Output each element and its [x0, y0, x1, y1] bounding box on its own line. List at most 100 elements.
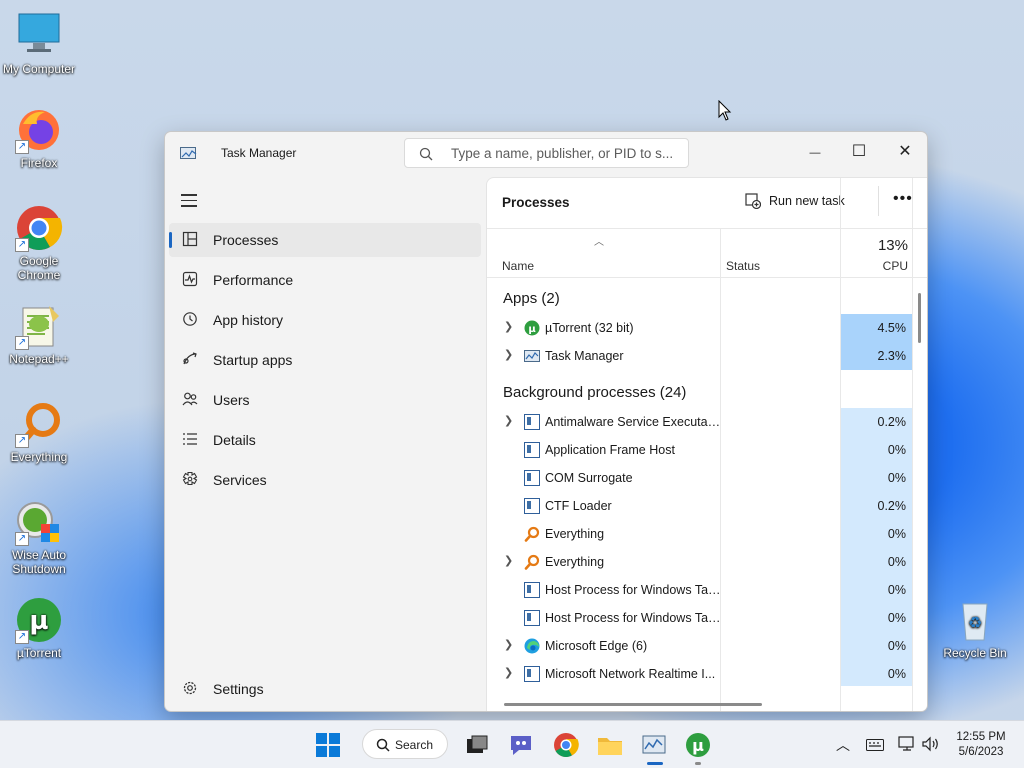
maximize-button[interactable]: ☐ [836, 138, 882, 166]
firefox-icon: ↗ [15, 106, 63, 154]
file-explorer-icon[interactable] [596, 731, 624, 759]
utorrent-icon: µ ↗ [15, 596, 63, 644]
cpu-value: 2.3% [841, 342, 912, 370]
processes-icon [181, 231, 199, 249]
chevron-right-icon[interactable]: ❯ [504, 638, 513, 651]
monitor-icon [15, 12, 63, 60]
chevron-right-icon[interactable]: ❯ [504, 554, 513, 567]
desktop-icon-notepadpp[interactable]: ↗ Notepad++ [0, 302, 78, 366]
window-title: Task Manager [221, 146, 297, 160]
chevron-right-icon[interactable]: ❯ [504, 666, 513, 679]
startup-apps-icon [181, 351, 199, 369]
desktop-icon-everything[interactable]: ↗ Everything [0, 400, 78, 464]
sidebar-item-settings[interactable]: Settings [169, 672, 481, 706]
desktop-icon-label: Firefox [20, 156, 58, 170]
sidebar-item-services[interactable]: Services [169, 463, 481, 497]
users-icon [181, 391, 199, 409]
cpu-value: 4.5% [841, 314, 912, 342]
hamburger-menu-icon[interactable] [181, 194, 197, 211]
clock-date: 5/6/2023 [958, 746, 1004, 758]
process-name: Antimalware Service Executable [545, 415, 721, 429]
table-row[interactable]: Everything 0% [487, 520, 917, 548]
wise-auto-shutdown-icon: ↗ [15, 498, 63, 546]
window-icon [524, 414, 540, 430]
cpu-total-percent: 13% [877, 237, 908, 254]
table-row[interactable]: ❯ Microsoft Network Realtime I... 0% [487, 660, 917, 688]
chevron-right-icon[interactable]: ❯ [504, 414, 513, 427]
sidebar-item-startup-apps[interactable]: Startup apps [169, 343, 481, 377]
windows-start-icon[interactable] [314, 731, 342, 759]
sidebar-item-performance[interactable]: Performance [169, 263, 481, 297]
column-header-status[interactable]: Status [726, 259, 760, 273]
task-view-icon[interactable] [463, 731, 491, 759]
column-header-name[interactable]: Name [502, 259, 534, 273]
close-button[interactable]: ✕ [882, 138, 927, 166]
mouse-cursor-icon [718, 100, 732, 121]
chevron-right-icon[interactable]: ❯ [504, 320, 513, 333]
desktop-icon-firefox[interactable]: ↗ Firefox [0, 106, 78, 170]
desktop-icon-utorrent[interactable]: µ ↗ µTorrent [0, 596, 78, 660]
minimize-button[interactable]: — [792, 138, 838, 166]
cpu-value: 0% [841, 576, 912, 604]
desktop-icon-label: Everything [10, 450, 68, 464]
teams-chat-icon[interactable] [507, 731, 535, 759]
column-header-cpu[interactable]: CPU [842, 259, 908, 273]
search-icon [376, 738, 390, 752]
table-row[interactable]: ❯ Antimalware Service Executable 0.2% [487, 408, 917, 436]
desktop-icon-my-computer[interactable]: My Computer [0, 12, 78, 76]
vertical-scrollbar[interactable] [918, 293, 921, 343]
utorrent-icon[interactable]: µ [684, 731, 712, 759]
window-icon [524, 582, 540, 598]
desktop-icon-label: Recycle Bin [943, 646, 1007, 660]
horizontal-scrollbar[interactable] [504, 703, 762, 706]
sort-ascending-icon: ︿ [594, 237, 604, 248]
system-clock[interactable]: 12:55 PM 5/6/2023 [942, 730, 1020, 760]
everything-icon [524, 526, 540, 542]
network-icon[interactable] [898, 736, 916, 752]
search-input[interactable]: Type a name, publisher, or PID to s... [404, 138, 689, 168]
table-row[interactable]: ❯ Everything 0% [487, 548, 917, 576]
sidebar-item-label: Details [213, 432, 256, 448]
desktop-icon-wise-auto-shutdown[interactable]: ↗ Wise Auto Shutdown [0, 498, 78, 576]
sidebar-item-details[interactable]: Details [169, 423, 481, 457]
taskbar-search-button[interactable]: Search [362, 729, 448, 759]
processes-panel: Processes Run new task ••• ︿ Name Status… [486, 177, 927, 711]
sidebar-item-processes[interactable]: Processes [169, 223, 481, 257]
svg-text:µ: µ [29, 606, 48, 636]
utorrent-icon: µ [524, 320, 540, 336]
desktop-icon-label: Notepad++ [9, 352, 69, 366]
chevron-right-icon[interactable]: ❯ [504, 348, 513, 361]
desktop-icon-chrome[interactable]: ↗ Google Chrome [0, 204, 78, 282]
volume-icon[interactable] [921, 736, 941, 752]
sidebar-item-app-history[interactable]: App history [169, 303, 481, 337]
desktop-icon-recycle-bin[interactable]: ♻ Recycle Bin [936, 596, 1014, 660]
sidebar-item-users[interactable]: Users [169, 383, 481, 417]
more-options-button[interactable]: ••• [893, 190, 913, 208]
table-row[interactable]: Application Frame Host 0% [487, 436, 917, 464]
table-row[interactable]: COM Surrogate 0% [487, 464, 917, 492]
table-row[interactable]: CTF Loader 0.2% [487, 492, 917, 520]
title-bar[interactable]: Task Manager Type a name, publisher, or … [165, 132, 927, 177]
table-row[interactable]: ❯ Microsoft Edge (6) 0% [487, 632, 917, 660]
task-manager-icon [524, 350, 540, 362]
cpu-value: 0.2% [841, 492, 912, 520]
desktop-icon-label: Wise Auto Shutdown [11, 548, 67, 576]
table-row[interactable]: ❯ Task Manager 2.3% [487, 342, 917, 370]
group-header-background-processes: Background processes (24) [503, 384, 687, 401]
table-row[interactable]: Host Process for Windows Tasks 0% [487, 604, 917, 632]
chrome-icon[interactable] [552, 731, 580, 759]
keyboard-icon[interactable] [866, 738, 884, 752]
show-hidden-icons-chevron-up-icon[interactable]: ︿ [836, 735, 850, 755]
recycle-bin-icon: ♻ [951, 596, 999, 644]
task-manager-icon[interactable] [640, 731, 668, 759]
close-icon: ✕ [898, 143, 912, 160]
table-row[interactable]: Host Process for Windows Tasks 0% [487, 576, 917, 604]
active-app-indicator [647, 762, 663, 765]
process-name: µTorrent (32 bit) [545, 321, 634, 335]
clock-time: 12:55 PM [956, 731, 1006, 743]
cpu-value: 0% [841, 548, 912, 576]
cpu-value: 0% [841, 632, 912, 660]
table-row[interactable]: ❯ µ µTorrent (32 bit) 4.5% [487, 314, 917, 342]
run-new-task-button[interactable]: Run new task [745, 193, 845, 209]
cpu-value: 0% [841, 604, 912, 632]
